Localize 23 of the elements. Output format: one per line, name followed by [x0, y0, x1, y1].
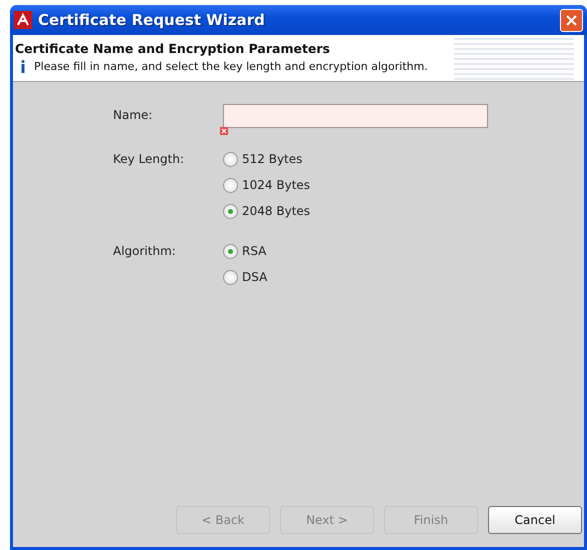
field-label: Key Length: — [113, 151, 186, 166]
field-label: Name: — [113, 107, 154, 122]
radio-button[interactable] — [223, 178, 238, 192]
radio-option[interactable]: 1024 Bytes — [223, 174, 584, 196]
close-button[interactable] — [560, 8, 583, 32]
radio-button[interactable] — [223, 204, 238, 218]
radio-button[interactable] — [223, 244, 238, 258]
radio-option[interactable]: DSA — [223, 266, 584, 288]
info-icon — [20, 60, 26, 73]
close-icon — [566, 14, 577, 26]
window-title: Certificate Request Wizard — [38, 11, 266, 29]
error-icon — [220, 127, 228, 135]
name-field[interactable] — [223, 104, 488, 128]
app-logo-icon — [14, 11, 32, 29]
radio-option[interactable]: RSA — [223, 240, 584, 262]
radio-option[interactable]: 2048 Bytes — [223, 200, 584, 222]
wizard-button[interactable]: Cancel — [488, 506, 582, 534]
page-heading: Certificate Name and Encryption Parameters — [15, 41, 330, 56]
radio-button[interactable] — [223, 270, 238, 284]
radio-option[interactable]: 512 Bytes — [223, 148, 584, 170]
radio-button[interactable] — [223, 152, 238, 166]
instruction-text: Please fill in name, and select the key length and encryption algorithm. — [34, 60, 428, 73]
field-label: Algorithm: — [113, 243, 177, 258]
